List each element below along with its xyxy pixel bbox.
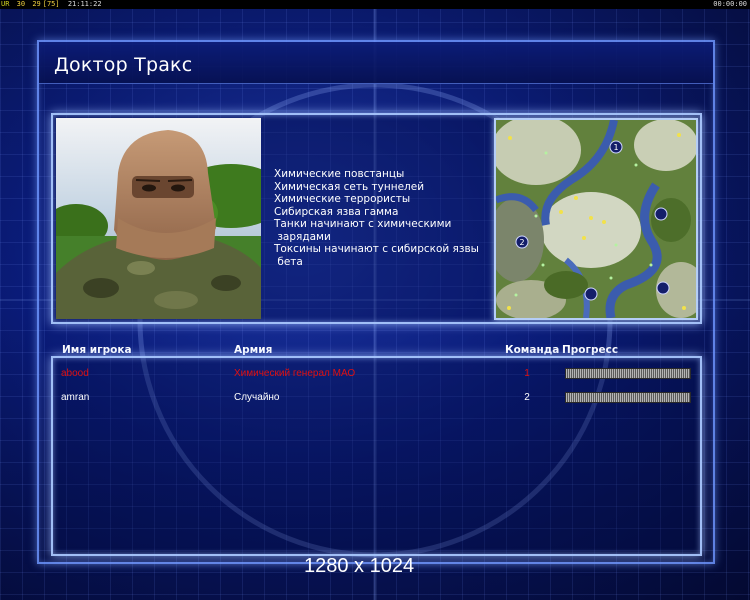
player-name: amran	[61, 392, 90, 403]
fps-value: 30	[16, 0, 26, 8]
header-progress: Прогресс	[562, 344, 619, 356]
player-name: abood	[61, 368, 89, 379]
rule-item: бета	[274, 255, 303, 268]
rule-item: Танки начинают с химическими	[274, 218, 452, 230]
player-team[interactable]: 1	[522, 366, 532, 382]
game-timer: 00:00:00	[713, 0, 747, 8]
header-team: Команда	[505, 344, 560, 356]
header-player-name: Имя игрока	[62, 344, 132, 356]
rule-item: Химическая сеть туннелей	[274, 180, 425, 193]
rule-item: зарядами	[274, 230, 331, 243]
header-army: Армия	[234, 344, 273, 356]
general-portrait	[56, 118, 261, 319]
player-progress-bar	[565, 392, 691, 403]
minimap[interactable]: 1 2	[494, 118, 698, 320]
player-row[interactable]: amran Случайно 2	[0, 390, 750, 406]
fps-rate: [75]	[42, 0, 60, 8]
rule-item: Сибирская язва гамма	[274, 205, 399, 218]
status-bar: UR 30 29 [75] 21:11:22 00:00:00	[0, 0, 750, 9]
rule-item: Токсины начинают с сибирской язвы	[274, 243, 479, 255]
fps-value-2: 29	[32, 0, 41, 8]
ur-label: UR	[1, 0, 10, 8]
player-army[interactable]: Химический генерал МАО	[234, 366, 355, 382]
rule-item: Химические террористы	[274, 193, 411, 205]
resolution-label: 1280 x 1024	[304, 555, 415, 577]
clock: 21:11:22	[67, 0, 102, 8]
game-rules-list: Химические повстанцы Химическая сеть тун…	[274, 168, 492, 268]
player-team[interactable]: 2	[522, 390, 532, 406]
start-slot-1[interactable]: 1	[613, 143, 618, 152]
rule-item: Химические повстанцы	[274, 168, 405, 180]
player-army[interactable]: Случайно	[234, 390, 280, 406]
map-title: Доктор Тракс	[54, 54, 193, 76]
players-panel	[51, 356, 702, 556]
player-row[interactable]: abood Химический генерал МАО 1	[0, 366, 750, 382]
player-progress-bar	[565, 368, 691, 379]
start-slot-2[interactable]: 2	[519, 238, 524, 247]
